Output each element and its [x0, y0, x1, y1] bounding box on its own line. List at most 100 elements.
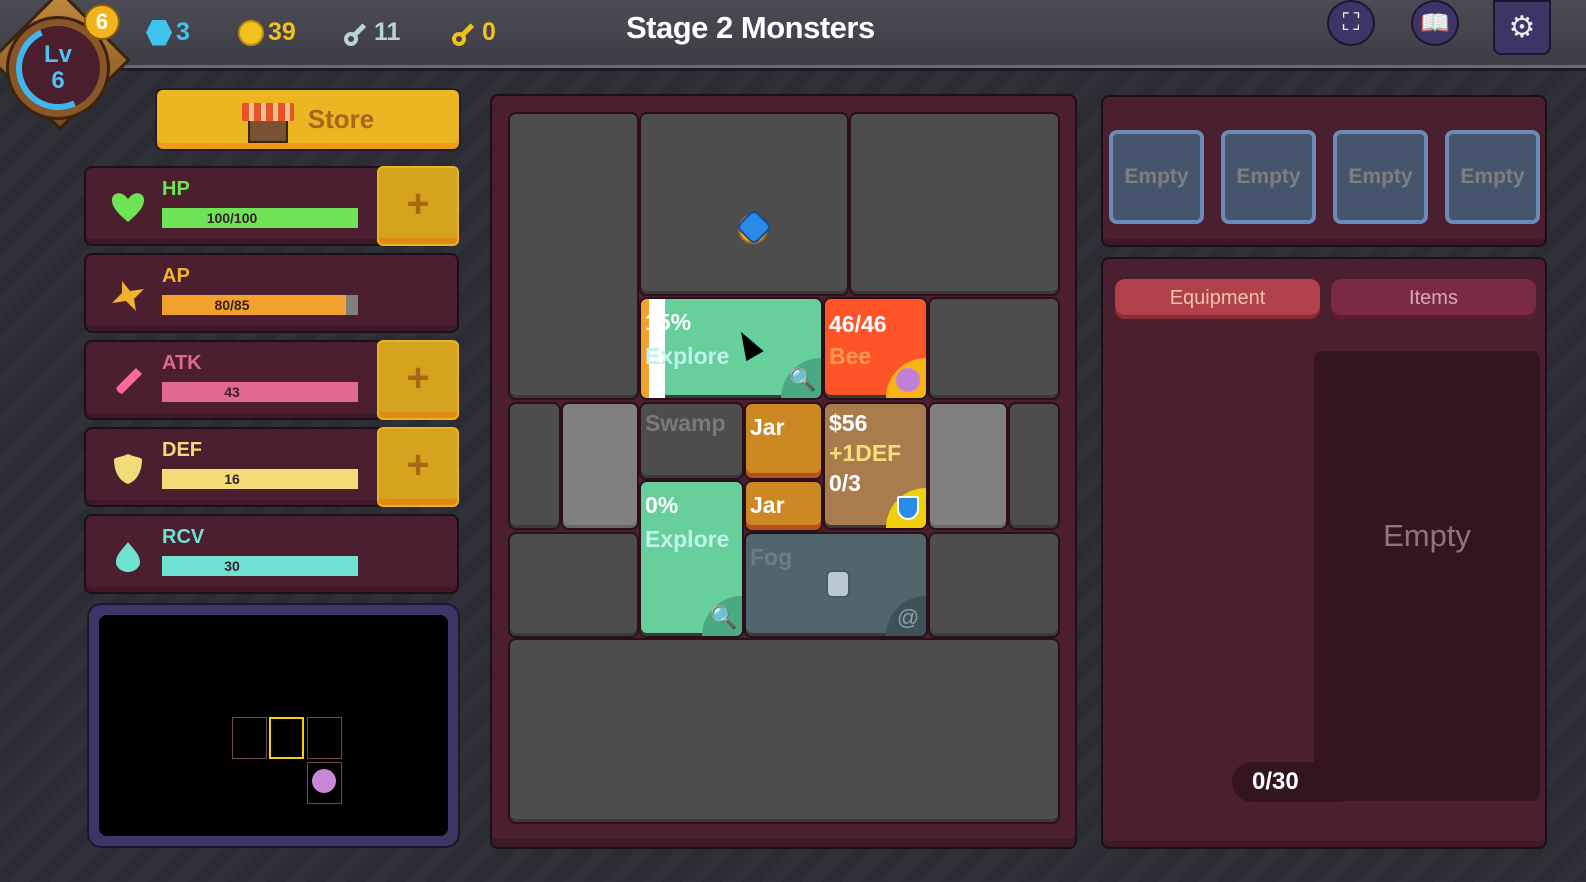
- tile-revealed[interactable]: [928, 402, 1008, 530]
- shop-reward: +1DEF: [829, 440, 902, 466]
- game-board: 15% Explore 🔍 46/46 Bee Swamp Jar $56 +1…: [490, 94, 1077, 849]
- level-points-badge: 6: [84, 4, 120, 40]
- stage-title: Stage 2 Monsters: [626, 10, 875, 45]
- upgrade-atk-button[interactable]: +: [377, 340, 459, 420]
- fullscreen-button[interactable]: ⛶: [1327, 0, 1375, 46]
- tile-shop[interactable]: $56 +1DEF 0/3: [823, 402, 928, 530]
- stat-label: RCV: [162, 526, 205, 548]
- rcv-bar: 30: [162, 556, 358, 576]
- stat-label: HP: [162, 178, 190, 200]
- tile-empty[interactable]: [928, 297, 1060, 400]
- def-bar: 16: [162, 469, 358, 489]
- silver-key-icon: [344, 20, 370, 46]
- explore-percent: 15%: [645, 309, 692, 335]
- shield-icon: [114, 454, 142, 484]
- item-detail: Empty: [1314, 351, 1540, 801]
- magnifier-icon: 🔍: [710, 605, 738, 630]
- stat-value: 43: [224, 384, 240, 400]
- drop-icon: [116, 542, 140, 572]
- store-button[interactable]: Store: [155, 88, 461, 151]
- jar-label: Jar: [750, 414, 785, 440]
- gold-key-count: 0: [482, 18, 496, 46]
- tile-monster[interactable]: 46/46 Bee: [823, 297, 928, 400]
- explore-percent: 0%: [645, 492, 679, 518]
- silver-key-counter: 11: [344, 18, 400, 47]
- tile-swamp[interactable]: Swamp: [639, 402, 744, 480]
- heart-icon: [112, 193, 144, 222]
- sword-icon: [116, 368, 142, 394]
- ap-bar: 80/85: [162, 295, 358, 315]
- equipment-slot[interactable]: Empty: [1333, 130, 1428, 224]
- upgrade-hp-button[interactable]: +: [377, 166, 459, 246]
- devil-icon: [312, 769, 336, 793]
- stat-card-hp: HP 100/100 +: [84, 166, 459, 246]
- crystal-icon: [735, 208, 773, 246]
- monster-name: Bee: [829, 343, 872, 369]
- upgrade-def-button[interactable]: +: [377, 427, 459, 507]
- minimap-monster-room: [307, 762, 342, 804]
- level-value: 6: [51, 67, 65, 94]
- equipment-panel: Empty Empty Empty Empty: [1101, 95, 1547, 247]
- stat-card-rcv: RCV 30: [84, 514, 459, 594]
- store-label: Store: [307, 104, 375, 134]
- stat-value: 80/85: [214, 297, 250, 313]
- devil-icon: [894, 366, 922, 394]
- tab-equipment[interactable]: Equipment: [1115, 279, 1320, 319]
- jar-label: Jar: [750, 492, 785, 518]
- tile-explore-bottom[interactable]: 0% Explore 🔍: [639, 480, 744, 638]
- tile-fog[interactable]: Fog @: [744, 532, 928, 638]
- tile-start[interactable]: [639, 112, 849, 296]
- settings-button[interactable]: ⚙: [1493, 0, 1551, 55]
- silver-key-count: 11: [374, 18, 401, 46]
- gem-counter: 3: [146, 18, 190, 47]
- tile-empty[interactable]: [508, 112, 639, 400]
- stat-label: DEF: [162, 439, 202, 461]
- magnifier-icon: 🔍: [789, 367, 817, 392]
- tile-empty[interactable]: [508, 638, 1060, 824]
- tile-revealed[interactable]: [561, 402, 639, 530]
- hp-bar: 100/100: [162, 208, 358, 228]
- swirl-icon: @: [896, 605, 920, 630]
- level-badge: Lv 6 6: [0, 0, 132, 145]
- tile-empty[interactable]: [508, 532, 639, 638]
- monster-hp: 46/46: [829, 311, 887, 337]
- inventory-count: 0/30: [1232, 762, 1342, 802]
- fullscreen-icon: ⛶: [1342, 9, 1360, 36]
- inventory-panel: Equipment Items Empty 0/30: [1101, 257, 1547, 849]
- shield-plus-icon: [894, 496, 922, 524]
- book-button[interactable]: 📖: [1411, 0, 1459, 46]
- tile-jar[interactable]: Jar: [744, 402, 823, 480]
- tile-explore-top[interactable]: 15% Explore 🔍: [639, 297, 823, 400]
- equipment-slot[interactable]: Empty: [1445, 130, 1540, 224]
- tile-empty[interactable]: [849, 112, 1060, 296]
- stat-value: 30: [224, 558, 240, 574]
- stat-card-def: DEF 16 +: [84, 427, 459, 507]
- tile-empty[interactable]: [508, 402, 561, 530]
- swamp-label: Swamp: [645, 410, 726, 436]
- store-icon: [241, 97, 294, 143]
- star-icon: [112, 281, 144, 311]
- stat-value: 100/100: [206, 210, 258, 226]
- tile-jar[interactable]: Jar: [744, 480, 823, 532]
- minimap: [87, 603, 460, 848]
- minimap-room: [232, 717, 267, 759]
- coin-icon: [238, 19, 264, 46]
- gem-count: 3: [176, 18, 190, 46]
- tile-empty[interactable]: [928, 532, 1060, 638]
- explore-label: Explore: [645, 526, 730, 552]
- gem-icon: [146, 19, 172, 46]
- shop-price: $56: [829, 410, 868, 436]
- stat-card-ap: AP 80/85: [84, 253, 459, 333]
- fog-label: Fog: [750, 544, 793, 570]
- stat-value: 16: [224, 471, 240, 487]
- tile-empty[interactable]: [1008, 402, 1060, 530]
- book-icon: 📖: [1420, 9, 1450, 37]
- tab-items[interactable]: Items: [1331, 279, 1536, 319]
- minimap-room: [307, 717, 342, 759]
- equipment-slot[interactable]: Empty: [1221, 130, 1316, 224]
- stat-card-atk: ATK 43 +: [84, 340, 459, 420]
- stat-label: AP: [162, 265, 190, 287]
- equipment-slot[interactable]: Empty: [1109, 130, 1204, 224]
- level-label: Lv: [43, 41, 72, 68]
- explore-label: Explore: [645, 343, 730, 369]
